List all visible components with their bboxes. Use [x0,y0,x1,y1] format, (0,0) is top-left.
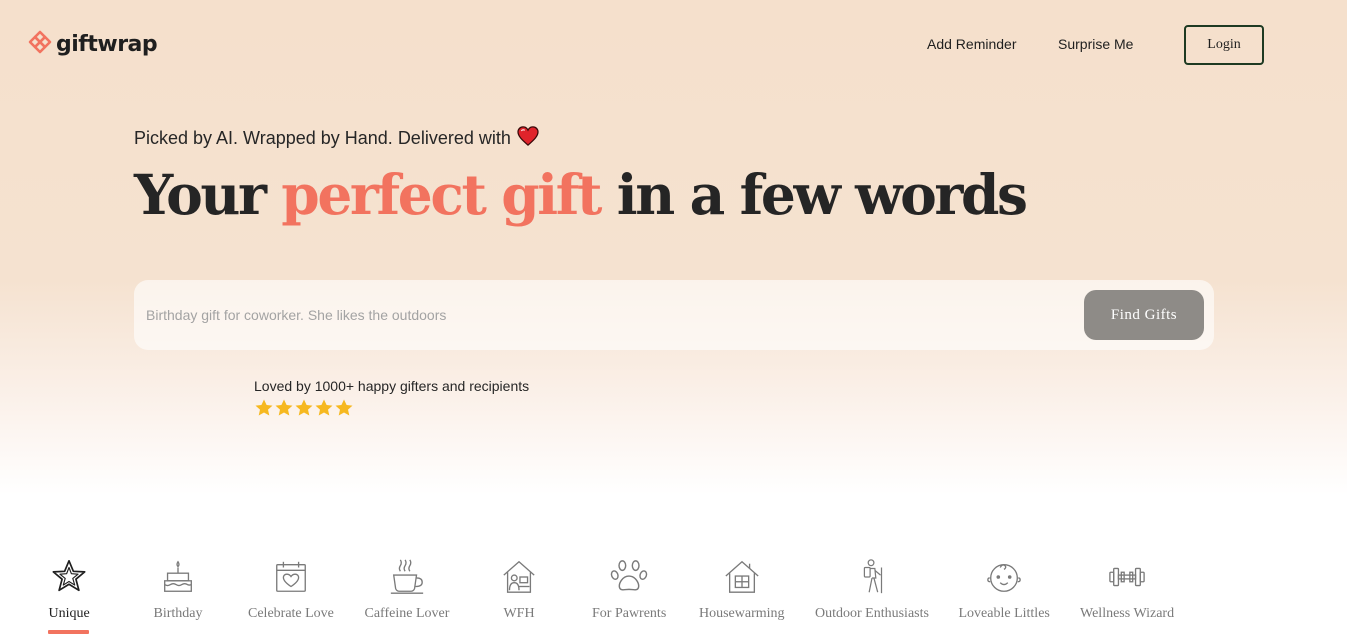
gift-search-input[interactable] [134,280,1074,350]
category-label: Outdoor Enthusiasts [815,606,929,621]
headline-part-2: in a few words [600,162,1028,227]
hiker-icon [853,558,891,596]
paw-icon [610,558,648,596]
star-icon [334,398,354,418]
star-icon [274,398,294,418]
category-label: Caffeine Lover [364,606,450,621]
category-label: WFH [503,606,535,621]
category-label: Unique [48,606,90,621]
category-label: Wellness Wizard [1080,606,1175,621]
star-icon [254,398,274,418]
tagline: Picked by AI. Wrapped by Hand. Delivered… [134,126,539,151]
house-icon [723,558,761,596]
category-for-pawrents[interactable]: For Pawrents [592,558,666,622]
category-outdoor-enthusiasts[interactable]: Outdoor Enthusiasts [815,558,929,622]
coffee-cup-icon [388,558,426,596]
tagline-text: Picked by AI. Wrapped by Hand. Delivered… [134,128,511,148]
category-housewarming[interactable]: Housewarming [699,558,785,622]
category-label: Birthday [153,606,203,621]
find-gifts-button[interactable]: Find Gifts [1084,290,1204,340]
category-label: Loveable Littles [958,606,1050,621]
giftwrap-logo-icon [28,30,52,59]
star-icon [50,558,88,596]
category-loveable-littles[interactable]: Loveable Littles [959,558,1050,622]
dumbbell-icon [1108,558,1146,596]
active-category-underline [48,630,89,634]
category-label: For Pawrents [592,606,667,621]
calendar-heart-icon [272,558,310,596]
category-label: Housewarming [699,606,785,621]
category-celebrate-love[interactable]: Celebrate Love [248,558,334,622]
category-wellness-wizard[interactable]: Wellness Wizard [1080,558,1174,622]
cake-icon [159,558,197,596]
hero-background [0,0,1347,500]
headline-part-1: Your [134,162,282,227]
home-office-icon [500,558,538,596]
category-wfh[interactable]: WFH [500,558,538,622]
headline: Your perfect gift in a few words [134,162,1028,227]
headline-accent: perfect gift [281,162,602,227]
star-icon [294,398,314,418]
category-label: Celebrate Love [248,606,334,621]
search-box: Find Gifts [134,280,1214,350]
star-icon [314,398,334,418]
category-caffeine-lover[interactable]: Caffeine Lover [364,558,450,622]
surprise-me-link[interactable]: Surprise Me [1058,36,1133,52]
category-unique[interactable]: Unique [49,558,90,622]
social-proof-text: Loved by 1000+ happy gifters and recipie… [254,378,530,394]
add-reminder-link[interactable]: Add Reminder [927,36,1017,52]
login-button[interactable]: Login [1184,25,1264,65]
category-birthday[interactable]: Birthday [154,558,203,622]
heart-icon [517,126,539,151]
baby-face-icon [985,558,1023,596]
rating-stars [254,398,354,418]
logo[interactable]: giftwrap [28,30,158,59]
logo-text: giftwrap [56,32,158,57]
